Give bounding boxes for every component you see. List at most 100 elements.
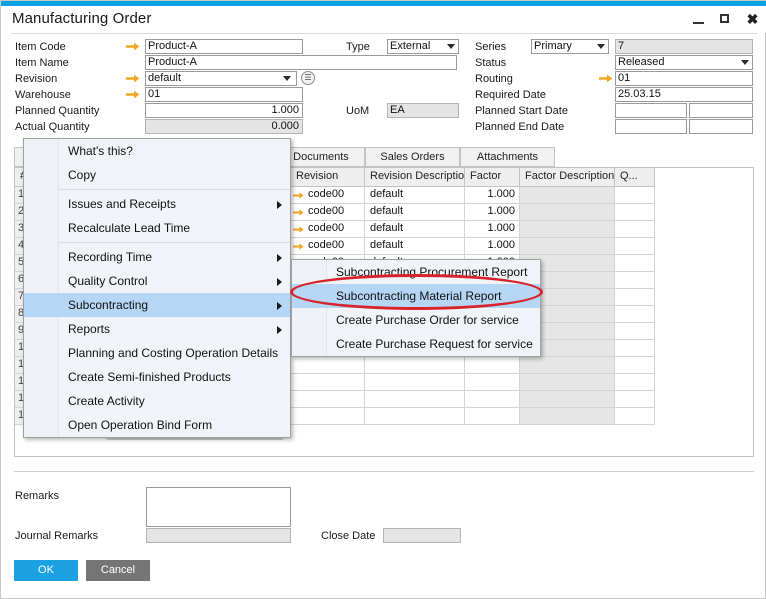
grid-cell-factor[interactable]: 1.000 [465,204,520,221]
grid-cell-qty[interactable] [615,340,655,357]
row-link-arrow-icon[interactable] [293,224,304,237]
grid-cell-qty[interactable] [615,323,655,340]
grid-cell-revd[interactable] [365,408,465,425]
grid-cell-qty[interactable] [615,357,655,374]
menu-item-reports[interactable]: Reports [24,317,290,341]
grid-cell-qty[interactable] [615,391,655,408]
grid-col-revision-description[interactable]: Revision Description [365,168,465,187]
grid-cell-revd[interactable] [365,391,465,408]
tab-sales-orders[interactable]: Sales Orders [365,147,460,167]
ok-button[interactable]: OK [14,560,78,581]
grid-cell-factor[interactable] [465,357,520,374]
chevron-down-icon-status[interactable] [741,60,749,65]
grid-cell-factord[interactable] [520,238,615,255]
minimize-icon[interactable] [692,13,705,26]
grid-cell-factord[interactable] [520,187,615,204]
grid-col-factor-description[interactable]: Factor Description [520,168,615,187]
menu-item-copy[interactable]: Copy [24,163,290,187]
warehouse-field[interactable]: 01 [145,87,303,102]
planned-quantity-field[interactable]: 1.000 [145,103,303,118]
grid-cell-rev[interactable]: code00 [291,204,365,221]
grid-cell-factord[interactable] [520,221,615,238]
grid-cell-qty[interactable] [615,408,655,425]
menu-item-what-s-this[interactable]: What's this? [24,139,290,163]
link-arrow-icon-revision[interactable] [126,73,140,84]
planned-end-date-field[interactable] [615,119,687,134]
grid-cell-factor[interactable]: 1.000 [465,187,520,204]
menu-item-quality-control[interactable]: Quality Control [24,269,290,293]
grid-cell-revd[interactable]: default [365,187,465,204]
grid-cell-revd[interactable] [365,374,465,391]
grid-cell-factor[interactable] [465,374,520,391]
submenu-item-create-purchase-request-for-service[interactable]: Create Purchase Request for service [292,332,540,356]
item-code-field[interactable]: Product-A [145,39,303,54]
grid-cell-qty[interactable] [615,374,655,391]
grid-cell-revd[interactable]: default [365,204,465,221]
row-link-arrow-icon[interactable] [293,190,304,203]
grid-cell-factord[interactable] [520,391,615,408]
row-link-arrow-icon[interactable] [293,207,304,220]
menu-item-recalculate-lead-time[interactable]: Recalculate Lead Time [24,216,290,240]
menu-item-open-operation-bind-form[interactable]: Open Operation Bind Form [24,413,290,437]
planned-start-time-field[interactable] [689,103,753,118]
grid-cell-revd[interactable] [365,357,465,374]
menu-item-recording-time[interactable]: Recording Time [24,245,290,269]
status-select[interactable]: Released [615,55,753,70]
grid-cell-factor[interactable] [465,408,520,425]
planned-end-time-field[interactable] [689,119,753,134]
grid-cell-factor[interactable]: 1.000 [465,221,520,238]
grid-cell-factord[interactable] [520,408,615,425]
grid-cell-qty[interactable] [615,238,655,255]
item-name-field[interactable]: Product-A [145,55,457,70]
menu-item-issues-and-receipts[interactable]: Issues and Receipts [24,192,290,216]
row-link-arrow-icon[interactable] [293,241,304,254]
cancel-button[interactable]: Cancel [86,560,150,581]
link-arrow-icon-warehouse[interactable] [126,89,140,100]
grid-cell-factord[interactable] [520,374,615,391]
remarks-textarea[interactable] [146,487,291,527]
grid-cell-rev[interactable]: code00 [291,187,365,204]
menu-item-create-activity[interactable]: Create Activity [24,389,290,413]
maximize-icon[interactable] [719,13,732,26]
close-icon[interactable]: ✖ [746,12,759,26]
menu-item-subcontracting[interactable]: Subcontracting [24,293,290,317]
grid-cell-rev[interactable] [291,357,365,374]
revision-select[interactable]: default [145,71,297,86]
link-arrow-icon-item-code[interactable] [126,41,140,52]
grid-cell-qty[interactable] [615,272,655,289]
grid-cell-factor[interactable] [465,391,520,408]
grid-cell-rev[interactable] [291,391,365,408]
grid-cell-revd[interactable]: default [365,221,465,238]
grid-col-quantity[interactable]: Q... [615,168,655,187]
routing-field[interactable]: 01 [615,71,753,86]
grid-cell-qty[interactable] [615,289,655,306]
grid-cell-qty[interactable] [615,187,655,204]
grid-cell-factord[interactable] [520,204,615,221]
grid-cell-factord[interactable] [520,357,615,374]
grid-col-revision[interactable]: Revision [291,168,365,187]
grid-cell-qty[interactable] [615,306,655,323]
grid-cell-qty[interactable] [615,204,655,221]
revision-lookup-button[interactable]: ☰ [301,71,315,85]
grid-cell-factor[interactable]: 1.000 [465,238,520,255]
grid-cell-rev[interactable]: code00 [291,221,365,238]
chevron-down-icon-type[interactable] [447,44,455,49]
planned-start-date-field[interactable] [615,103,687,118]
tab-attachments[interactable]: Attachments [460,147,555,167]
grid-cell-rev[interactable]: code00 [291,238,365,255]
grid-cell-rev[interactable] [291,408,365,425]
grid-cell-revd[interactable]: default [365,238,465,255]
grid-cell-qty[interactable] [615,221,655,238]
submenu-item-subcontracting-procurement-report[interactable]: Subcontracting Procurement Report [292,260,540,284]
grid-cell-rev[interactable] [291,374,365,391]
menu-item-planning-and-costing-operation-details[interactable]: Planning and Costing Operation Details [24,341,290,365]
menu-item-create-semi-finished-products[interactable]: Create Semi-finished Products [24,365,290,389]
required-date-field[interactable]: 25.03.15 [615,87,753,102]
grid-col-factor[interactable]: Factor [465,168,520,187]
submenu-item-create-purchase-order-for-service[interactable]: Create Purchase Order for service [292,308,540,332]
grid-cell-qty[interactable] [615,255,655,272]
link-arrow-icon-routing[interactable] [599,73,613,84]
chevron-down-icon-series[interactable] [597,44,605,49]
submenu-item-subcontracting-material-report[interactable]: Subcontracting Material Report [292,284,540,308]
chevron-down-icon-revision[interactable] [283,76,291,81]
